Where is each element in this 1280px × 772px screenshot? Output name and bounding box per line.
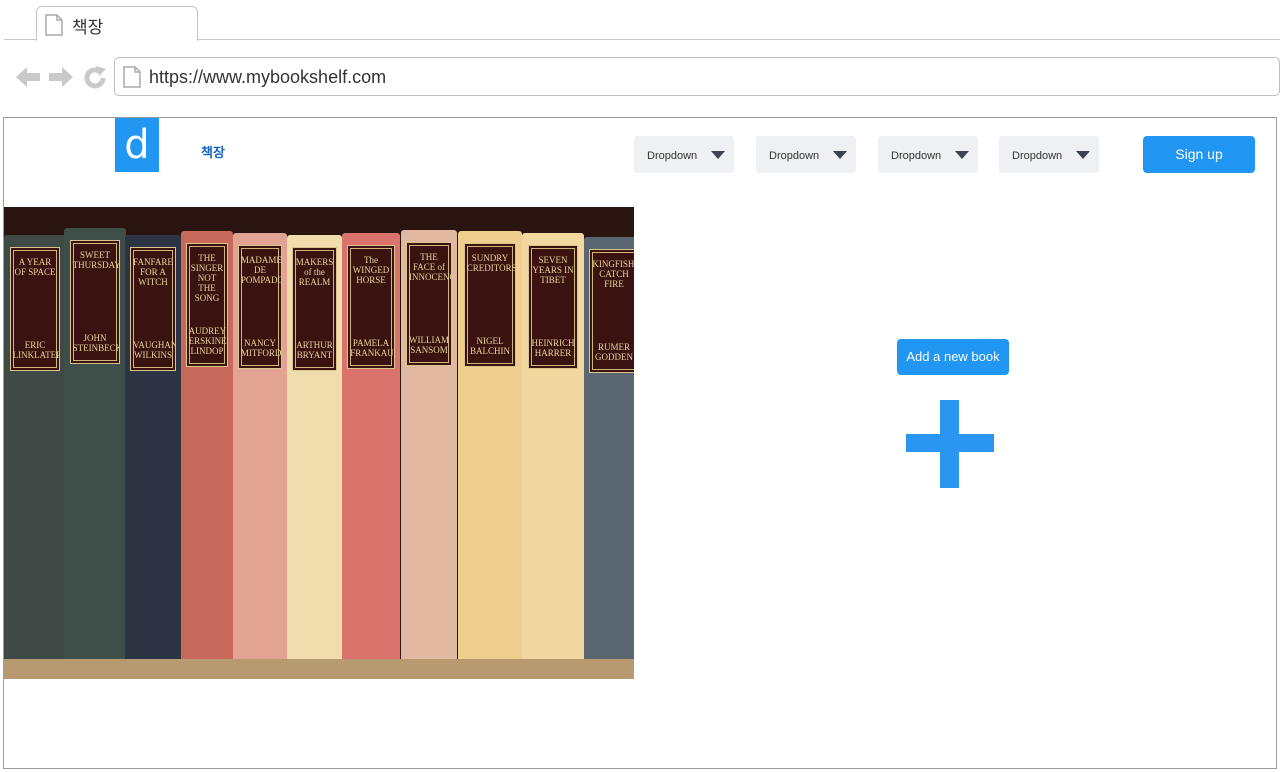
book-label: SEVEN YEARS IN TIBET HEINRICH HARRER xyxy=(527,245,579,369)
caret-down-icon xyxy=(955,151,969,159)
book-author: WILLIAM SANSOM xyxy=(409,335,450,355)
page-icon xyxy=(45,14,63,41)
book-label: MADAME DE POMPADOUR NANCY MITFORD xyxy=(237,245,283,369)
book-title: SEVEN YEARS IN TIBET xyxy=(532,255,574,285)
book-author: VAUGHAN WILKINS xyxy=(133,340,176,360)
book-spine: MADAME DE POMPADOUR NANCY MITFORD xyxy=(233,233,287,659)
book-spine: SWEET THURSDAY JOHN STEINBECK xyxy=(64,228,126,659)
reload-icon[interactable] xyxy=(82,65,108,96)
dropdown-label: Dropdown xyxy=(891,150,942,162)
caret-down-icon xyxy=(833,151,847,159)
book-author: PAMELA FRANKAU xyxy=(350,338,394,358)
book-label: SUNDRY CREDITORS NIGEL BALCHIN xyxy=(463,243,517,367)
dropdown-label: Dropdown xyxy=(647,150,698,162)
bookshelf-image: A YEAR OF SPACE ERIC LINKLATER SWEET THURS… xyxy=(4,207,634,679)
book-spine: MAKERS of the REALM ARTHUR BRYANT xyxy=(287,235,342,659)
browser-tab-bar: 책장 xyxy=(0,0,1280,41)
book-spine: THE SINGER NOT THE SONG AUDREY ERSKINE LI… xyxy=(181,231,233,659)
book-label: A YEAR OF SPACE ERIC LINKLATER xyxy=(9,247,61,371)
shelf-board xyxy=(4,659,634,679)
caret-down-icon xyxy=(1076,151,1090,159)
book-title: The WINGED HORSE xyxy=(352,255,390,285)
dropdown-label: Dropdown xyxy=(769,150,820,162)
book-spine: SEVEN YEARS IN TIBET HEINRICH HARRER xyxy=(522,233,584,659)
tab-title: 책장 xyxy=(72,18,104,38)
book-author: ARTHUR BRYANT xyxy=(296,340,333,360)
back-arrow-icon[interactable] xyxy=(14,65,42,94)
page-icon xyxy=(123,66,141,93)
book-spine: A YEAR OF SPACE ERIC LINKLATER xyxy=(4,235,66,659)
book-title: MADAME DE POMPADOUR xyxy=(240,255,282,285)
signup-button[interactable]: Sign up xyxy=(1143,136,1255,173)
book-label: THE SINGER NOT THE SONG AUDREY ERSKINE LI… xyxy=(185,243,229,367)
book-title: THE SINGER NOT THE SONG xyxy=(190,253,224,303)
book-title: SWEET THURSDAY xyxy=(72,250,121,270)
add-book-button[interactable]: Add a new book xyxy=(897,339,1009,375)
book-spine: THE FACE of INNOCENCE WILLIAM SANSOM xyxy=(401,230,457,659)
forward-arrow-icon[interactable] xyxy=(47,65,75,94)
book-author: JOHN STEINBECK xyxy=(72,333,121,353)
book-title: THE FACE of INNOCENCE xyxy=(409,252,451,282)
nav-dropdown-2[interactable]: Dropdown xyxy=(756,136,856,173)
book-title: SUNDRY CREDITORS xyxy=(466,253,517,273)
site-logo[interactable]: d xyxy=(115,118,159,172)
address-bar[interactable]: https://www.mybookshelf.com xyxy=(114,57,1280,96)
page-viewport: d 책장 Dropdown Dropdown Dropdown Dropdown… xyxy=(3,117,1277,769)
dropdown-label: Dropdown xyxy=(1012,150,1063,162)
book-label: SWEET THURSDAY JOHN STEINBECK xyxy=(69,240,121,364)
book-author: ERIC LINKLATER xyxy=(12,340,61,360)
book-label: THE FACE of INNOCENCE WILLIAM SANSOM xyxy=(406,242,452,366)
book-label: FANFARE FOR A WITCH VAUGHAN WILKINS xyxy=(130,247,176,371)
book-spine: FANFARE FOR A WITCH VAUGHAN WILKINS xyxy=(125,235,181,659)
plus-icon[interactable] xyxy=(906,434,994,452)
nav-dropdown-4[interactable]: Dropdown xyxy=(999,136,1099,173)
book-label: MAKERS of the REALM ARTHUR BRYANT xyxy=(291,247,338,371)
book-spine: KINGFISHERS CATCH FIRE RUMER GODDEN xyxy=(584,237,634,659)
browser-toolbar: https://www.mybookshelf.com xyxy=(0,41,1280,113)
book-title: FANFARE FOR A WITCH xyxy=(133,257,173,287)
book-label: KINGFISHERS CATCH FIRE RUMER GODDEN xyxy=(589,249,634,373)
book-spine: The WINGED HORSE PAMELA FRANKAU xyxy=(342,233,400,659)
url-text: https://www.mybookshelf.com xyxy=(149,67,387,87)
book-label: The WINGED HORSE PAMELA FRANKAU xyxy=(347,245,395,369)
brand-link[interactable]: 책장 xyxy=(201,142,225,161)
book-spine: SUNDRY CREDITORS NIGEL BALCHIN xyxy=(458,231,522,659)
book-title: KINGFISHERS CATCH FIRE xyxy=(592,259,634,289)
book-title: MAKERS of the REALM xyxy=(295,257,334,287)
book-author: NIGEL BALCHIN xyxy=(469,336,510,356)
book-author: AUDREY ERSKINE LINDOP xyxy=(188,326,227,356)
book-author: RUMER GODDEN xyxy=(594,342,633,362)
book-author: HEINRICH HARRER xyxy=(531,338,575,358)
nav-dropdown-3[interactable]: Dropdown xyxy=(878,136,978,173)
browser-tab[interactable]: 책장 xyxy=(36,6,198,41)
book-title: A YEAR OF SPACE xyxy=(14,257,56,277)
caret-down-icon xyxy=(711,151,725,159)
book-author: NANCY MITFORD xyxy=(240,338,282,358)
nav-dropdown-1[interactable]: Dropdown xyxy=(634,136,734,173)
